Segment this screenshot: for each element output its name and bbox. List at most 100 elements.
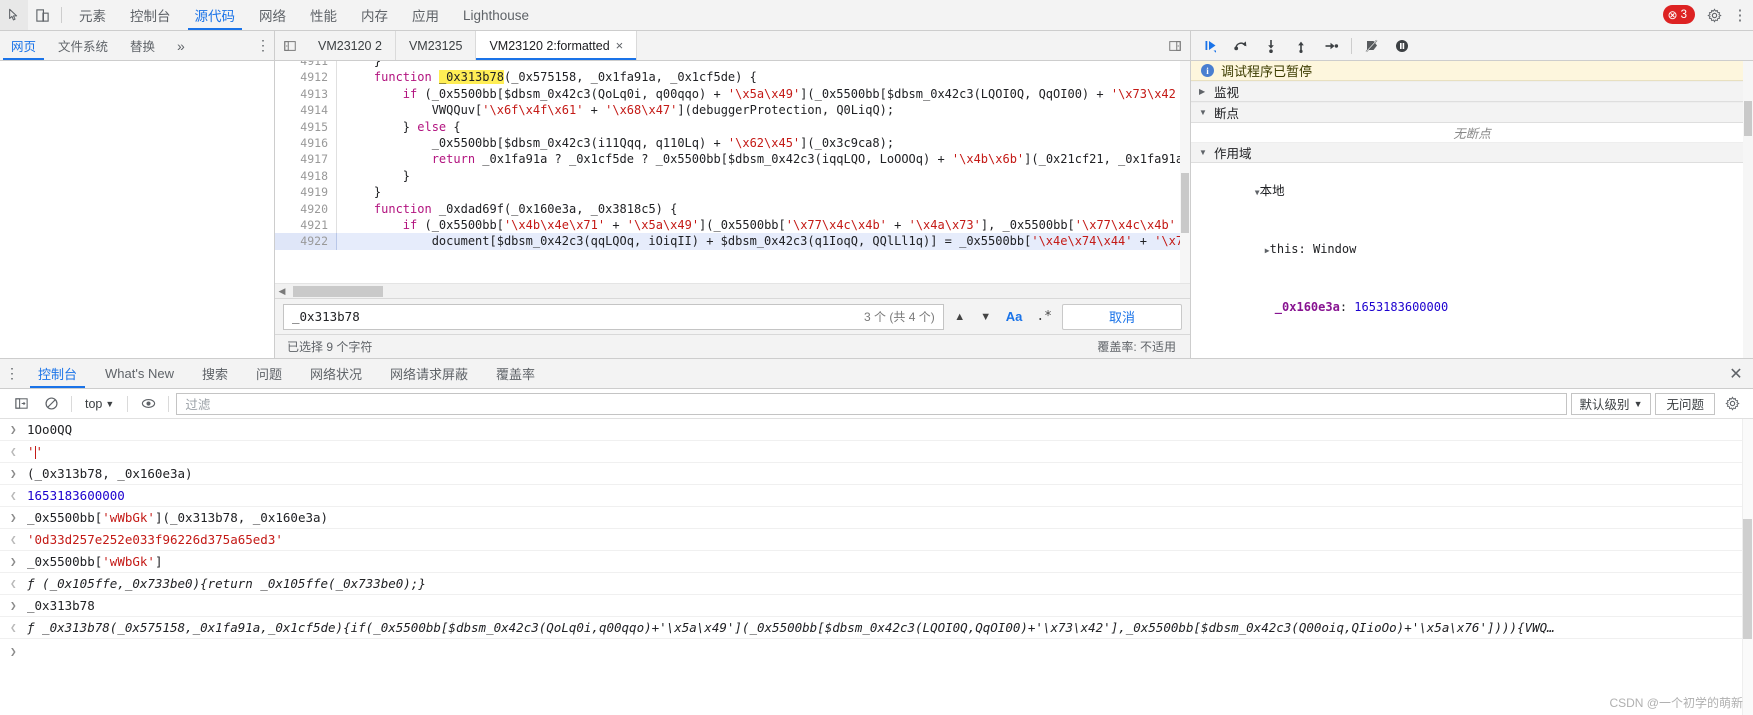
filter-input[interactable]: 过滤 (176, 392, 1567, 415)
nav-tab-page[interactable]: 网页 (0, 31, 47, 60)
line-number[interactable]: 4919 (275, 184, 337, 201)
tab-elements[interactable]: 元素 (67, 0, 118, 30)
console-output-row[interactable]: ❮ ƒ _0x313b78(_0x575158,_0x1fa91a,_0x1cf5… (0, 617, 1753, 639)
drawer-kebab-menu-icon[interactable]: ⋮ (0, 359, 24, 388)
console-input-row[interactable]: ❯ 1Oo0QQ (0, 419, 1753, 441)
line-content[interactable]: return _0x1fa91a ? _0x1cf5de ? _0x5500bb… (337, 151, 1183, 167)
line-number[interactable]: 4921 (275, 216, 337, 234)
tab-network[interactable]: 网络 (247, 0, 298, 30)
scope-local-header[interactable]: ▼本地 (1191, 163, 1753, 221)
drawer-tab-whats-new[interactable]: What's New (91, 359, 188, 388)
drawer-tab-search[interactable]: 搜索 (188, 359, 242, 388)
console-output-row[interactable]: ❮ '' (0, 441, 1753, 463)
code-line[interactable]: 4919 } (275, 184, 1190, 201)
scrollbar-thumb[interactable] (1744, 101, 1752, 136)
line-content[interactable]: document[$dbsm_0x42c3(qqLQOq, iOiqII) + … (337, 233, 1183, 249)
kebab-menu-icon[interactable]: ⋮ (1727, 0, 1753, 30)
drawer-tab-issues[interactable]: 问题 (242, 359, 296, 388)
tab-performance[interactable]: 性能 (298, 0, 349, 30)
editor-horizontal-scrollbar[interactable]: ◀ (275, 283, 1190, 298)
deactivate-breakpoints-button[interactable] (1358, 33, 1386, 59)
console-output-row[interactable]: ❮ ƒ (_0x105ffe,_0x733be0){return _0x105ff… (0, 573, 1753, 595)
line-content[interactable]: function _0x313b78(_0x575158, _0x1fa91a,… (337, 69, 757, 85)
close-icon[interactable]: × (616, 38, 624, 53)
line-content[interactable]: function _0xdad69f(_0x160e3a, _0x3818c5)… (337, 201, 677, 217)
tab-lighthouse[interactable]: Lighthouse (451, 0, 541, 30)
editor-tab-vm23120-2-formatted[interactable]: VM23120 2:formatted × (476, 31, 638, 60)
line-content[interactable]: } (337, 61, 381, 69)
search-input[interactable]: _0x313b78 3 个 (共 4 个) (283, 303, 944, 330)
section-header-scope[interactable]: ▼ 作用域 (1191, 142, 1753, 163)
step-out-of-current-function-button[interactable] (1287, 33, 1315, 59)
line-number[interactable]: 4912 (275, 69, 337, 86)
live-expression-icon[interactable] (135, 393, 161, 415)
sidebar-vertical-scrollbar[interactable] (1743, 61, 1753, 358)
line-content[interactable]: if (_0x5500bb['\x4b\x4e\x71' + '\x5a\x49… (337, 217, 1176, 233)
scrollbar-thumb[interactable] (1743, 519, 1752, 639)
log-level-selector[interactable]: 默认级别 ▼ (1570, 392, 1652, 415)
nav-tab-filesystem[interactable]: 文件系统 (47, 31, 119, 60)
issues-button[interactable]: 无问题 (1655, 392, 1715, 415)
scroll-left-arrow-icon[interactable]: ◀ (275, 286, 289, 297)
line-number[interactable]: 4916 (275, 134, 337, 152)
code-line[interactable]: 4913 if (_0x5500bb[$dbsm_0x42c3(QoLq0i, … (275, 85, 1190, 103)
console-prompt[interactable]: ❯ (0, 639, 1753, 663)
console-input-row[interactable]: ❯ _0x5500bb['wWbGk'] (0, 551, 1753, 573)
console-output-row[interactable]: ❮ 1653183600000 (0, 485, 1753, 507)
console-input-row[interactable]: ❯ _0x5500bb['wWbGk'](_0x313b78, _0x160e3a… (0, 507, 1753, 529)
line-number[interactable]: 4914 (275, 102, 337, 119)
code-line[interactable]: 4912 function _0x313b78(_0x575158, _0x1f… (275, 69, 1190, 86)
tab-memory[interactable]: 内存 (349, 0, 400, 30)
pause-on-exceptions-button[interactable] (1388, 33, 1416, 59)
show-console-sidebar-icon[interactable] (8, 393, 34, 415)
tab-console[interactable]: 控制台 (118, 0, 183, 30)
line-number[interactable]: 4911 (275, 61, 337, 70)
regex-button[interactable]: .* (1032, 309, 1056, 324)
code-line[interactable]: 4921 if (_0x5500bb['\x4b\x4e\x71' + '\x5… (275, 216, 1190, 234)
execution-context-selector[interactable]: top ▼ (79, 397, 120, 411)
console-input-row[interactable]: ❯ (_0x313b78, _0x160e3a) (0, 463, 1753, 485)
line-number[interactable]: 4922 (275, 233, 337, 250)
editor-tab-vm23120-2[interactable]: VM23120 2 (305, 31, 396, 60)
code-line[interactable]: 4914 VWQQuv['\x6f\x4f\x61' + '\x68\x47']… (275, 102, 1190, 119)
tab-sources[interactable]: 源代码 (183, 0, 248, 30)
close-icon[interactable]: ✕ (1719, 359, 1753, 388)
drawer-tab-coverage[interactable]: 覆盖率 (482, 359, 549, 388)
code-line[interactable]: 4918 } (275, 167, 1190, 185)
line-number[interactable]: 4920 (275, 200, 337, 217)
line-number[interactable]: 4917 (275, 151, 337, 168)
match-case-button[interactable]: Aa (1002, 309, 1027, 324)
line-number[interactable]: 4913 (275, 85, 337, 103)
error-count-badge[interactable]: ⊗ 3 (1662, 5, 1695, 24)
search-prev-chevron-up-icon[interactable]: ▲ (950, 305, 970, 329)
drawer-tab-network-conditions[interactable]: 网络状况 (296, 359, 376, 388)
scope-row-variable[interactable]: _0x3818c5: undefined (1191, 336, 1753, 358)
nav-tab-overrides[interactable]: 替换 (119, 31, 166, 60)
line-content[interactable]: } (337, 168, 410, 184)
scope-row-this[interactable]: ▶this: Window (1191, 221, 1753, 279)
clear-console-icon[interactable] (38, 393, 64, 415)
console-messages[interactable]: ❯ 1Oo0QQ ❮ '' ❯ (_0x313b78, _0x160e3a) ❮ 165318… (0, 419, 1753, 715)
gear-icon[interactable] (1701, 0, 1727, 30)
resume-script-execution-button[interactable] (1197, 33, 1225, 59)
nav-kebab-menu-icon[interactable]: ⋮ (252, 31, 274, 60)
section-header-breakpoints[interactable]: ▼ 断点 (1191, 102, 1753, 123)
step-button[interactable] (1317, 33, 1345, 59)
line-content[interactable]: if (_0x5500bb[$dbsm_0x42c3(QoLq0i, q00qq… (337, 86, 1176, 102)
console-output-row[interactable]: ❮ '0d33d257e252e033f96226d375a65ed3' (0, 529, 1753, 551)
device-toggle-icon[interactable] (28, 0, 56, 30)
show-debugger-sidebar-icon[interactable] (1160, 31, 1190, 60)
line-content[interactable]: VWQQuv['\x6f\x4f\x61' + '\x68\x47'](debu… (337, 102, 894, 118)
line-content[interactable]: _0x5500bb[$dbsm_0x42c3(i11Qqq, q110Lq) +… (337, 135, 894, 151)
step-into-next-function-call-button[interactable] (1257, 33, 1285, 59)
tab-application[interactable]: 应用 (400, 0, 451, 30)
editor-tab-vm23125[interactable]: VM23125 (396, 31, 477, 60)
console-input-row[interactable]: ❯ _0x313b78 (0, 595, 1753, 617)
search-next-chevron-down-icon[interactable]: ▼ (976, 305, 996, 329)
section-header-watch[interactable]: ▶ 监视 (1191, 81, 1753, 102)
line-content[interactable]: } else { (337, 119, 461, 135)
code-line[interactable]: 4922 document[$dbsm_0x42c3(qqLQOq, iOiqI… (275, 233, 1190, 250)
scope-row-variable[interactable]: _0x160e3a: 1653183600000 (1191, 279, 1753, 336)
code-line[interactable]: 4920 function _0xdad69f(_0x160e3a, _0x38… (275, 200, 1190, 217)
code-line[interactable]: 4911 } (275, 61, 1190, 70)
